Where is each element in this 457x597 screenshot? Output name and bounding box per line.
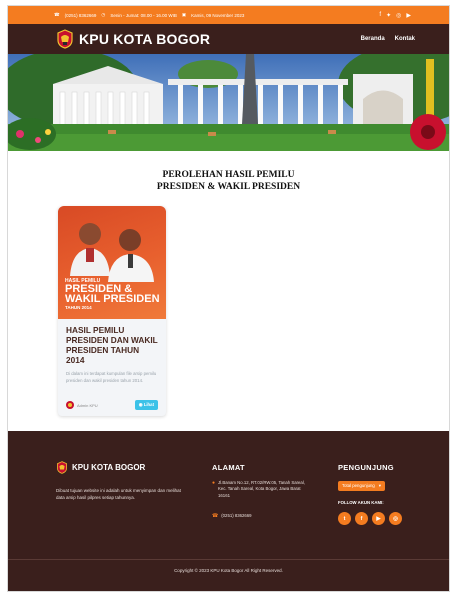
alamat-heading: ALAMAT [212, 463, 245, 472]
footer-address-block: ALAMAT ● Jl.Banam No.12, RT.02/RW.05, Ta… [212, 463, 312, 519]
page-title-line2: PRESIDEN & WAKIL PRESIDEN [156, 182, 301, 192]
card-body: HASIL PEMILU PRESIDEN DAN WAKIL PRESIDEN… [58, 319, 166, 390]
main-nav: Beranda Kontak [361, 36, 415, 42]
card-thumbnail[interactable]: HASIL PEMILU PRESIDEN & WAKIL PRESIDEN T… [58, 206, 166, 319]
thumbnail-text: HASIL PEMILU PRESIDEN & WAKIL PRESIDEN T… [65, 278, 160, 310]
footer-brand: KPU KOTA BOGOR [56, 461, 145, 474]
brand[interactable]: KPU KOTA BOGOR [56, 29, 210, 49]
page-title-line1: PEROLEHAN HASIL PEMILU [162, 170, 295, 180]
top-hours: Senin - Jumat: 08.00 - 16.00 WIB [110, 12, 177, 18]
view-button-label: Lihat [143, 402, 154, 407]
chevron-down-icon: ▾ [378, 483, 381, 488]
visitor-select-label: Total pengunjung [342, 483, 375, 488]
footer-twitter-icon[interactable]: t [338, 512, 351, 525]
thumb-year-text: TAHUN 2014 [65, 305, 92, 310]
pengunjung-heading: PENGUNJUNG [338, 463, 394, 472]
header: KPU KOTA BOGOR Beranda Kontak [8, 24, 449, 54]
footer-brand-title: KPU KOTA BOGOR [72, 463, 146, 472]
hero-banner [8, 54, 449, 151]
phone-row: ☎ (0251) 8362669 [212, 513, 312, 519]
election-card[interactable]: HASIL PEMILU PRESIDEN & WAKIL PRESIDEN T… [58, 206, 166, 416]
calendar-icon: ▣ [181, 12, 187, 17]
top-info: ☎ (0251) 8362669 ◷ Senin - Jumat: 08.00 … [54, 12, 244, 18]
facebook-icon[interactable]: f [379, 12, 381, 19]
address-row: ● Jl.Banam No.12, RT.02/RW.05, Tanah Sar… [212, 480, 312, 499]
top-bar: ☎ (0251) 8362669 ◷ Senin - Jumat: 08.00 … [8, 6, 449, 24]
footer-instagram-icon[interactable]: ◎ [389, 512, 402, 525]
footer-youtube-icon[interactable]: ▶ [372, 512, 385, 525]
phone-icon-footer: ☎ [212, 512, 219, 519]
thumb-big-text-2: WAKIL PRESIDEN [65, 293, 160, 305]
address-text: Jl.Banam No.12, RT.02/RW.05, Tanah Sarea… [218, 480, 305, 498]
copyright: Copyright © 2023 KPU Kota Bogor All Righ… [174, 568, 283, 573]
top-phone: (0251) 8362669 [64, 12, 97, 18]
top-social: f ✦ ◎ ▶ [379, 12, 411, 19]
visitor-select[interactable]: Total pengunjung ▾ [338, 481, 385, 491]
twitter-icon[interactable]: ✦ [386, 12, 391, 19]
kpu-logo-icon [57, 29, 73, 49]
card-author: Admin KPU [66, 401, 98, 409]
footer-phone: (0251) 8362669 [221, 512, 252, 518]
card-title[interactable]: HASIL PEMILU PRESIDEN DAN WAKIL PRESIDEN… [66, 325, 158, 365]
footer-social: t f ▶ ◎ [338, 512, 402, 525]
brand-title: KPU KOTA BOGOR [79, 31, 211, 47]
footer-facebook-icon[interactable]: f [355, 512, 368, 525]
follow-label: FOLLOW AKUN KAMI: [338, 500, 384, 505]
top-date: Kamis, 09 November 2023 [191, 12, 245, 18]
page-title: PEROLEHAN HASIL PEMILU PRESIDEN & WAKIL … [8, 169, 449, 193]
nav-beranda[interactable]: Beranda [361, 36, 385, 42]
banner-image [8, 54, 449, 151]
instagram-icon[interactable]: ◎ [396, 12, 401, 19]
nav-kontak[interactable]: Kontak [395, 36, 415, 42]
eye-icon: ◉ [138, 402, 143, 407]
clock-icon: ◷ [101, 12, 106, 17]
footer-divider [8, 559, 449, 560]
author-avatar-icon [66, 401, 74, 409]
card-description: Di dalam ini terdapat kumpulan file arsi… [66, 371, 157, 383]
footer-logo-icon [57, 461, 67, 474]
footer: KPU KOTA BOGOR Dibuat tujuan website ini… [8, 431, 449, 591]
footer-description: Dibuat tujuan website ini adalah untuk m… [56, 488, 181, 500]
phone-icon: ☎ [54, 12, 60, 17]
page-frame: ☎ (0251) 8362669 ◷ Senin - Jumat: 08.00 … [8, 6, 449, 591]
author-name: Admin KPU [77, 402, 98, 408]
footer-visitors-block: PENGUNJUNG Total pengunjung ▾ FOLLOW AKU… [338, 463, 402, 525]
map-pin-icon: ● [212, 480, 216, 486]
view-button[interactable]: ◉ Lihat [134, 400, 158, 410]
youtube-icon[interactable]: ▶ [406, 12, 411, 19]
card-footer: Admin KPU ◉ Lihat [66, 400, 158, 410]
